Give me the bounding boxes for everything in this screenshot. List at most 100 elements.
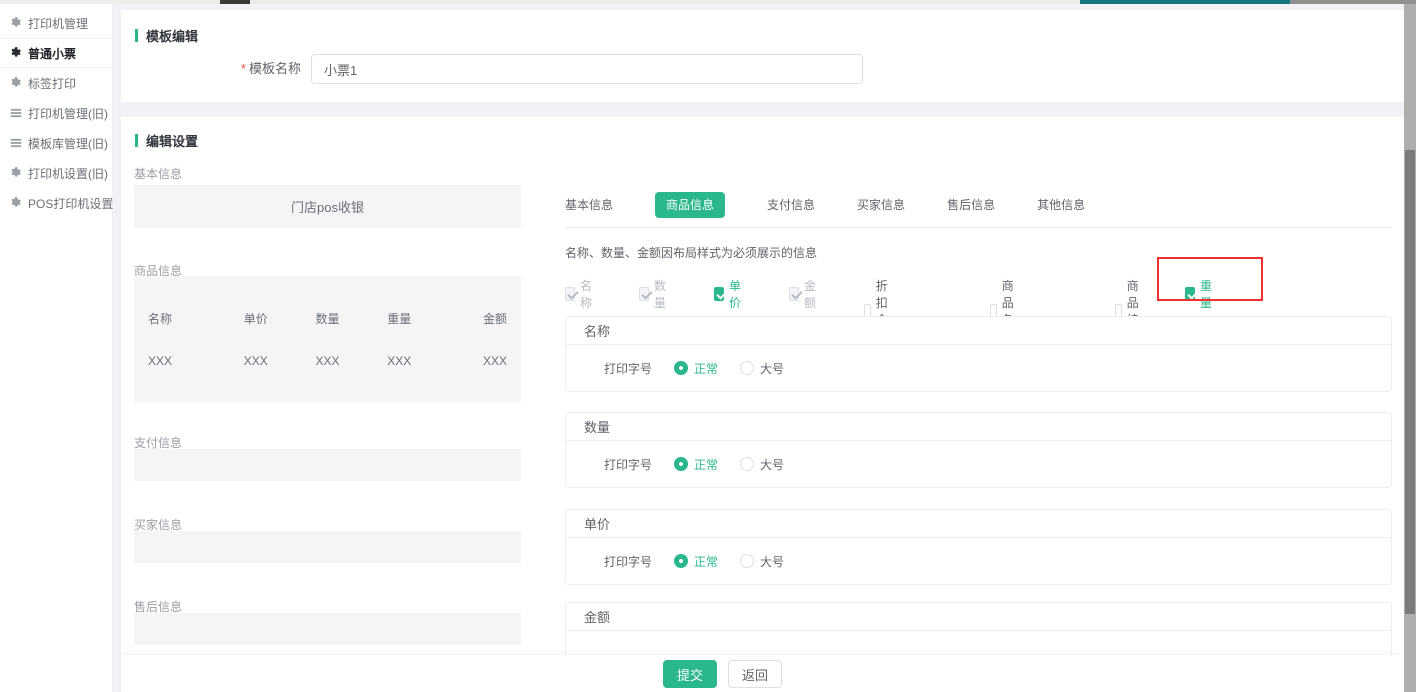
checkbox-label: 名称 [580, 277, 596, 311]
window-scrollbar[interactable] [1404, 4, 1416, 692]
panel-body: 打印字号 正常 大号 [566, 345, 1391, 391]
preview-cell: XXX [292, 354, 364, 368]
radio-dot [674, 361, 688, 375]
back-button[interactable]: 返回 [728, 660, 782, 688]
radio-label: 正常 [694, 360, 718, 377]
gear-icon [10, 47, 22, 59]
preview-cell: XXX [363, 354, 435, 368]
sidebar-item-normal-receipt[interactable]: 普通小票 [0, 38, 112, 68]
preview-cell: XXX [148, 354, 220, 368]
radio-normal[interactable]: 正常 [674, 360, 718, 377]
panel-unit-price: 单价 打印字号 正常 大号 [565, 509, 1392, 585]
preview-aftersale-box [134, 613, 521, 645]
panel-body: 打印字号 正常 大号 [566, 538, 1391, 584]
radio-normal[interactable]: 正常 [674, 456, 718, 473]
edit-settings-card: 编辑设置 基本信息 门店pos收银 商品信息 名称 单价 数量 重量 金额 XX… [121, 117, 1404, 655]
required-asterisk: * [241, 61, 246, 76]
radio-large[interactable]: 大号 [740, 360, 784, 377]
radio-dot [740, 554, 754, 568]
preview-table-data-row: XXX XXX XXX XXX XXX [148, 354, 507, 368]
preview-cell: XXX [435, 354, 507, 368]
sidebar-item-printer-management[interactable]: 打印机管理 [0, 8, 112, 38]
preview-col-header: 金额 [435, 310, 507, 327]
radio-dot [674, 457, 688, 471]
main-content: 模板编辑 *模板名称 编辑设置 基本信息 门店pos收银 商品信息 名称 单价 … [121, 4, 1404, 692]
checkbox-box [789, 287, 799, 301]
radio-dot [674, 554, 688, 568]
panel-title: 名称 [566, 317, 1391, 345]
preview-basic-text: 门店pos收银 [291, 197, 364, 216]
checkbox-label: 金额 [804, 277, 820, 311]
radio-label: 正常 [694, 456, 718, 473]
tab-other-info[interactable]: 其他信息 [1037, 192, 1085, 218]
sidebar-item-pos-printer-settings[interactable]: POS打印机设置 [0, 188, 112, 218]
template-name-input[interactable] [311, 54, 863, 84]
sidebar-item-label: 标签打印 [28, 75, 76, 92]
radio-large[interactable]: 大号 [740, 456, 784, 473]
panel-quantity: 数量 打印字号 正常 大号 [565, 412, 1392, 488]
checkbox-box [714, 287, 724, 301]
checkbox-name[interactable]: 名称 [565, 277, 596, 311]
sidebar-item-label: 打印机管理(旧) [28, 105, 108, 122]
print-font-size-label: 打印字号 [604, 360, 652, 377]
template-edit-card: 模板编辑 *模板名称 [121, 10, 1404, 102]
tab-goods-info[interactable]: 商品信息 [655, 192, 725, 218]
sidebar-item-template-lib-old[interactable]: 模板库管理(旧) [0, 128, 112, 158]
tab-buyer-info[interactable]: 买家信息 [857, 192, 905, 218]
checkbox-box [639, 287, 649, 301]
preview-basic-label: 基本信息 [134, 165, 182, 182]
sidebar-item-label-print[interactable]: 标签打印 [0, 68, 112, 98]
tab-aftersale-info[interactable]: 售后信息 [947, 192, 995, 218]
checkbox-unit-price[interactable]: 单价 [714, 277, 745, 311]
gear-icon [10, 77, 22, 89]
edit-settings-section-header: 编辑设置 [135, 131, 198, 150]
info-tabs: 基本信息 商品信息 支付信息 买家信息 售后信息 其他信息 [565, 192, 1085, 218]
radio-label: 正常 [694, 553, 718, 570]
panel-title: 金额 [566, 603, 1391, 631]
checkbox-quantity[interactable]: 数量 [639, 277, 670, 311]
template-name-label: *模板名称 [121, 54, 301, 84]
print-font-size-label: 打印字号 [604, 456, 652, 473]
checkbox-amount[interactable]: 金额 [789, 277, 820, 311]
weight-highlight-annotation [1157, 257, 1263, 301]
preview-basic-box: 门店pos收银 [134, 185, 521, 228]
radio-normal[interactable]: 正常 [674, 553, 718, 570]
scrollbar-thumb[interactable] [1405, 150, 1415, 614]
panel-body [566, 631, 1391, 655]
preview-col-header: 名称 [148, 310, 220, 327]
sidebar-item-printer-management-old[interactable]: 打印机管理(旧) [0, 98, 112, 128]
radio-label: 大号 [760, 553, 784, 570]
gear-icon [10, 17, 22, 29]
submit-button[interactable]: 提交 [663, 660, 717, 688]
sidebar-item-label: 打印机设置(旧) [28, 165, 108, 182]
preview-goods-box: 名称 单价 数量 重量 金额 XXX XXX XXX XXX XXX [134, 276, 521, 402]
panel-title: 数量 [566, 413, 1391, 441]
sidebar-item-printer-settings-old[interactable]: 打印机设置(旧) [0, 158, 112, 188]
section-title: 模板编辑 [146, 26, 198, 45]
section-title: 编辑设置 [146, 131, 198, 150]
gear-icon [10, 167, 22, 179]
sidebar-item-label: POS打印机设置 [28, 195, 113, 212]
radio-large[interactable]: 大号 [740, 553, 784, 570]
sidebar-item-label: 普通小票 [28, 45, 76, 62]
template-edit-section-header: 模板编辑 [135, 26, 198, 45]
preview-col-header: 重量 [363, 310, 435, 327]
preview-col-header: 单价 [220, 310, 292, 327]
gear-icon [10, 197, 22, 209]
tab-pay-info[interactable]: 支付信息 [767, 192, 815, 218]
preview-buyer-box [134, 531, 521, 563]
radio-label: 大号 [760, 360, 784, 377]
section-accent-bar [135, 134, 138, 147]
list-icon [10, 137, 22, 149]
tab-basic-info[interactable]: 基本信息 [565, 192, 613, 218]
radio-dot [740, 361, 754, 375]
tabs-divider [565, 227, 1392, 228]
sidebar-item-label: 模板库管理(旧) [28, 135, 108, 152]
checkbox-label: 数量 [654, 277, 670, 311]
print-font-size-label: 打印字号 [604, 553, 652, 570]
radio-label: 大号 [760, 456, 784, 473]
preview-table-header-row: 名称 单价 数量 重量 金额 [148, 310, 507, 327]
panel-title: 单价 [566, 510, 1391, 538]
preview-col-header: 数量 [292, 310, 364, 327]
required-fields-note: 名称、数量、金额因布局样式为必须展示的信息 [565, 244, 817, 261]
